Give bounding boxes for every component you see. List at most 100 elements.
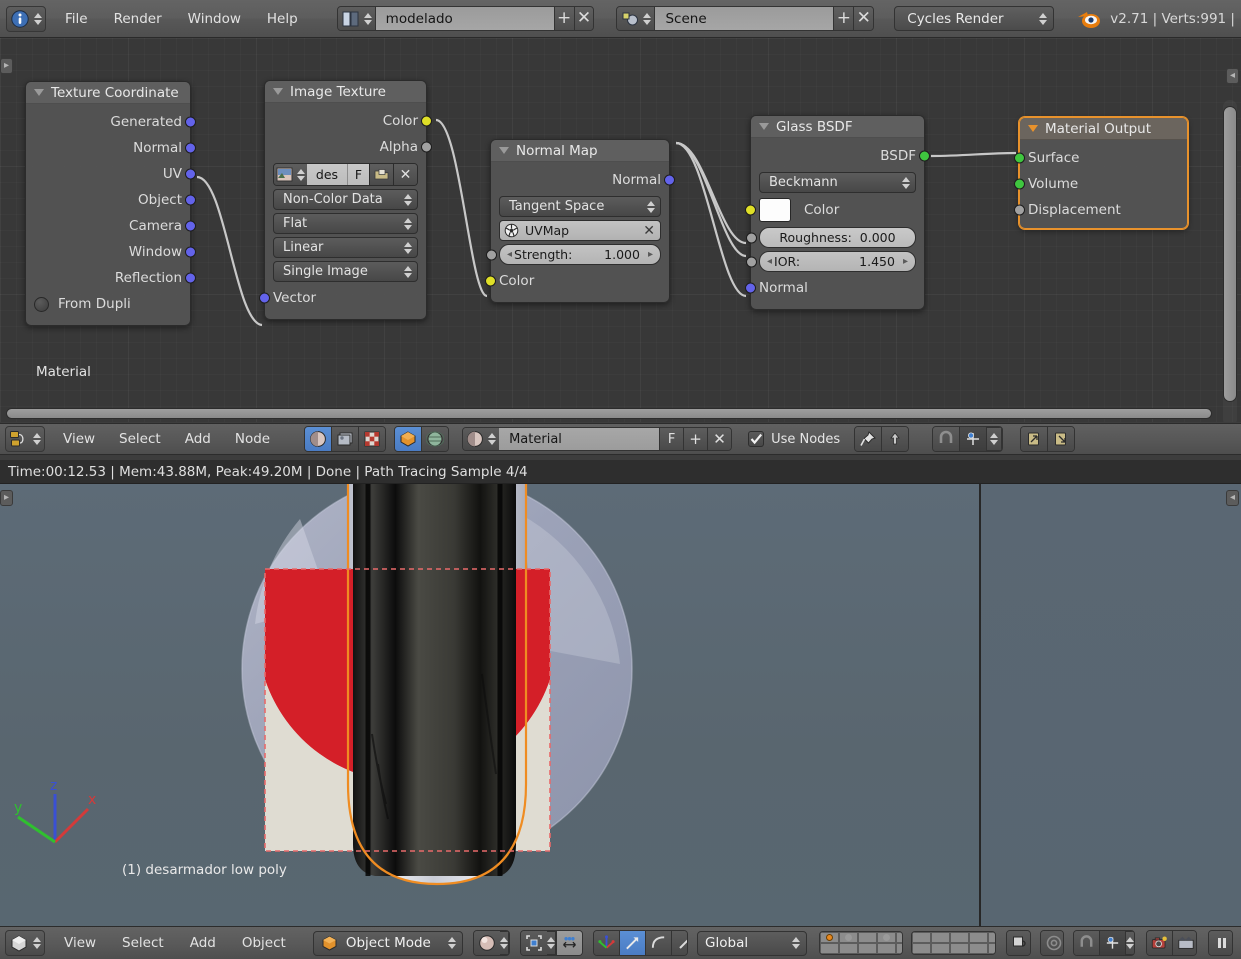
collapse-triangle-icon[interactable] xyxy=(1028,125,1038,132)
pin-icon[interactable] xyxy=(855,427,883,451)
socket-row-bsdf[interactable]: BSDF xyxy=(759,143,930,169)
layer-cell[interactable] xyxy=(877,943,897,954)
editor-type-selector-info[interactable] xyxy=(6,5,46,32)
local-view-icon[interactable] xyxy=(1006,931,1030,955)
strength-increment-arrow[interactable]: ▸ xyxy=(648,249,653,260)
image-browse-spinner[interactable] xyxy=(297,168,305,181)
input-socket-strength[interactable] xyxy=(486,249,497,260)
3d-viewport[interactable]: z x y (1) desarmador low poly ▸ xyxy=(0,484,981,926)
screen-layout-add-button[interactable]: + xyxy=(553,7,574,30)
snap-group-3d[interactable] xyxy=(1073,930,1135,956)
screen-layout-datablock[interactable]: modelado + ✕ xyxy=(336,6,595,31)
checker-texture-icon[interactable] xyxy=(359,427,386,451)
node-menu-node[interactable]: Node xyxy=(223,428,282,450)
viewport-right-region-tab[interactable]: ◂ xyxy=(1226,490,1239,506)
roughness-slider[interactable]: Roughness: 0.000 xyxy=(746,227,916,248)
scene-datablock[interactable]: Scene + ✕ xyxy=(616,6,875,31)
screen-layout-delete-button[interactable]: ✕ xyxy=(573,7,594,30)
go-to-parent-icon[interactable] xyxy=(882,427,909,451)
output-socket-window[interactable] xyxy=(185,246,196,258)
material-delete-button[interactable]: ✕ xyxy=(707,428,732,450)
collapse-triangle-icon[interactable] xyxy=(273,88,283,95)
layer-cell[interactable] xyxy=(988,943,995,954)
glass-color-swatch[interactable] xyxy=(759,198,791,222)
node-menu-select[interactable]: Select xyxy=(107,428,173,450)
pivot-median-point-icon[interactable] xyxy=(521,931,548,955)
socket-row-displacement[interactable]: Displacement xyxy=(1014,197,1179,223)
node-header-material-output[interactable]: Material Output xyxy=(1020,118,1187,140)
object-cube-icon[interactable] xyxy=(395,427,423,451)
socket-row-surface[interactable]: Surface xyxy=(1014,145,1179,171)
node-normal-map[interactable]: Normal Map Normal Tangent Space UVMap ✕ … xyxy=(485,139,675,303)
editor-type-selector-3dview[interactable] xyxy=(5,930,45,956)
local-view-group[interactable] xyxy=(1005,930,1031,956)
view3d-menu-view[interactable]: View xyxy=(51,932,109,954)
node-menu-view[interactable]: View xyxy=(51,428,107,450)
transform-orientation-dropdown[interactable]: Global xyxy=(697,930,808,956)
node-header-texture-coordinate[interactable]: Texture Coordinate xyxy=(26,82,190,104)
translate-manipulator-icon[interactable] xyxy=(594,931,621,955)
socket-row-reflection[interactable]: Reflection xyxy=(34,265,196,291)
node-glass-bsdf[interactable]: Glass BSDF BSDF Beckmann Color Roughness… xyxy=(745,115,930,310)
pause-icon[interactable] xyxy=(1209,931,1233,955)
scene-spinner[interactable] xyxy=(643,12,652,25)
input-socket-color[interactable] xyxy=(485,275,496,287)
node-editor-right-region-tab[interactable]: ◂ xyxy=(1226,68,1239,84)
image-fake-user-button[interactable]: F xyxy=(347,164,369,185)
from-dupli-checkbox[interactable] xyxy=(34,296,49,312)
layer-cell[interactable] xyxy=(912,932,932,943)
material-name-field[interactable]: Material xyxy=(499,428,660,450)
layer-cell[interactable] xyxy=(820,932,840,943)
view3d-menu-add[interactable]: Add xyxy=(177,932,229,954)
rendered-shading-icon[interactable] xyxy=(473,931,500,955)
layer-cell[interactable] xyxy=(858,943,878,954)
viewport-shading-dropdown[interactable] xyxy=(472,930,511,956)
source-dropdown[interactable]: Single Image xyxy=(273,261,418,282)
screen-layout-name[interactable]: modelado xyxy=(375,7,554,30)
node-editor-type-spinner[interactable] xyxy=(33,433,41,445)
layer-cell[interactable] xyxy=(912,943,932,954)
scene-delete-button[interactable]: ✕ xyxy=(853,7,874,30)
snap-element-spinner-3d[interactable] xyxy=(1126,931,1134,955)
projection-dropdown[interactable]: Flat xyxy=(273,213,418,234)
layer-cell[interactable] xyxy=(988,932,995,943)
viewport-shading-spinner[interactable] xyxy=(499,931,510,955)
ior-increment-arrow[interactable]: ▸ xyxy=(903,256,908,267)
layer-cell[interactable] xyxy=(877,932,897,943)
layer-cell[interactable] xyxy=(839,943,859,954)
output-socket-bsdf[interactable] xyxy=(919,150,930,162)
node-image-texture[interactable]: Image Texture Color Alpha des F ✕ Non-Co… xyxy=(259,80,432,320)
proportional-edit-group[interactable] xyxy=(1039,930,1065,956)
material-browse-button[interactable] xyxy=(463,428,500,450)
material-browse-spinner[interactable] xyxy=(488,433,497,445)
menu-render[interactable]: Render xyxy=(101,8,175,30)
ior-decrement-arrow[interactable]: ◂ xyxy=(767,256,772,267)
scene-add-button[interactable]: + xyxy=(833,7,854,30)
distribution-dropdown[interactable]: Beckmann xyxy=(759,172,916,193)
paste-from-clipboard-icon[interactable] xyxy=(1048,427,1075,451)
layer-cell[interactable] xyxy=(931,943,951,954)
socket-row-normal[interactable]: Normal xyxy=(34,135,196,161)
clipboard-group[interactable] xyxy=(1020,426,1076,452)
manipulator-extra-icon[interactable] xyxy=(672,931,688,955)
pin-group[interactable] xyxy=(854,426,910,452)
socket-row-color-in[interactable]: Color xyxy=(485,268,661,294)
collapse-triangle-icon[interactable] xyxy=(499,147,509,154)
output-socket-object[interactable] xyxy=(185,194,196,206)
layer-cell[interactable] xyxy=(931,932,951,943)
material-add-button[interactable]: + xyxy=(683,428,708,450)
copy-to-clipboard-icon[interactable] xyxy=(1021,427,1049,451)
use-nodes-checkbox[interactable] xyxy=(748,431,765,447)
shader-context-button-group[interactable] xyxy=(394,426,450,452)
image-name-field[interactable]: des xyxy=(307,164,347,185)
snap-magnet-icon[interactable] xyxy=(933,427,961,451)
collapse-triangle-icon[interactable] xyxy=(34,89,44,96)
layer-cell[interactable] xyxy=(820,943,840,954)
node-editor-vscroll-thumb[interactable] xyxy=(1223,106,1237,402)
snap-vertex-icon[interactable] xyxy=(1100,931,1127,955)
menu-help[interactable]: Help xyxy=(254,8,311,30)
use-nodes-toggle[interactable]: Use Nodes xyxy=(748,431,840,447)
input-socket-surface[interactable] xyxy=(1014,152,1025,164)
socket-row-alpha[interactable]: Alpha xyxy=(273,134,432,160)
node-header-normal-map[interactable]: Normal Map xyxy=(491,140,669,162)
